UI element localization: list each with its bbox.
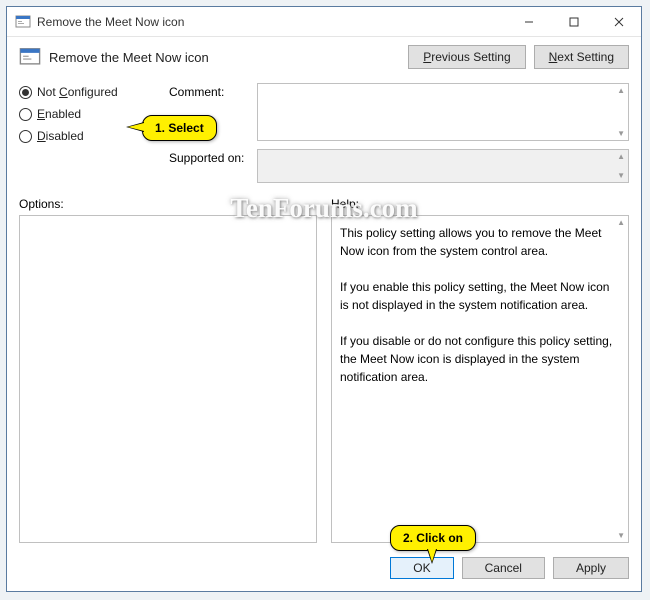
options-label: Options: — [19, 197, 317, 211]
titlebar: Remove the Meet Now icon — [7, 7, 641, 37]
options-panel: Options: — [19, 197, 317, 543]
config-row: Not Configured Enabled Disabled Comment:… — [19, 83, 629, 191]
supported-label: Supported on: — [169, 149, 249, 165]
help-label: Help: — [331, 197, 629, 211]
annotation-select: 1. Select — [142, 115, 217, 141]
panels-row: Options: Help: This policy setting allow… — [19, 197, 629, 543]
window-title: Remove the Meet Now icon — [37, 15, 506, 29]
radio-not-configured[interactable]: Not Configured — [19, 85, 159, 99]
cancel-button[interactable]: Cancel — [462, 557, 545, 579]
radio-enabled[interactable]: Enabled — [19, 107, 159, 121]
radio-icon — [19, 130, 32, 143]
fields-column: Comment: ▲▼ Supported on: ▲▼ — [169, 83, 629, 191]
ok-button[interactable]: OK — [390, 557, 453, 579]
apply-button[interactable]: Apply — [553, 557, 629, 579]
window-controls — [506, 7, 641, 36]
next-setting-button[interactable]: Next Setting — [534, 45, 629, 69]
scroll-arrows[interactable]: ▲▼ — [614, 150, 628, 182]
scroll-arrows[interactable]: ▲▼ — [614, 216, 628, 542]
radio-icon — [19, 86, 32, 99]
supported-textbox: ▲▼ — [257, 149, 629, 183]
maximize-button[interactable] — [551, 7, 596, 36]
help-text: This policy setting allows you to remove… — [340, 224, 620, 386]
help-box: This policy setting allows you to remove… — [331, 215, 629, 543]
gpedit-icon — [15, 14, 31, 30]
dialog-window: Remove the Meet Now icon Remove the Meet… — [6, 6, 642, 592]
scroll-arrows[interactable]: ▲▼ — [614, 84, 628, 140]
radio-column: Not Configured Enabled Disabled — [19, 83, 159, 151]
minimize-button[interactable] — [506, 7, 551, 36]
radio-icon — [19, 108, 32, 121]
gpedit-icon — [19, 46, 41, 68]
dialog-footer: OK Cancel Apply — [7, 549, 641, 591]
previous-setting-button[interactable]: Previous Setting — [408, 45, 525, 69]
options-box — [19, 215, 317, 543]
header-row: Remove the Meet Now icon Previous Settin… — [19, 45, 629, 69]
dialog-content: Remove the Meet Now icon Previous Settin… — [7, 37, 641, 549]
comment-textbox[interactable]: ▲▼ — [257, 83, 629, 141]
dialog-heading: Remove the Meet Now icon — [49, 50, 400, 65]
annotation-click: 2. Click on — [390, 525, 476, 551]
close-button[interactable] — [596, 7, 641, 36]
comment-label: Comment: — [169, 83, 249, 99]
help-panel: Help: This policy setting allows you to … — [331, 197, 629, 543]
